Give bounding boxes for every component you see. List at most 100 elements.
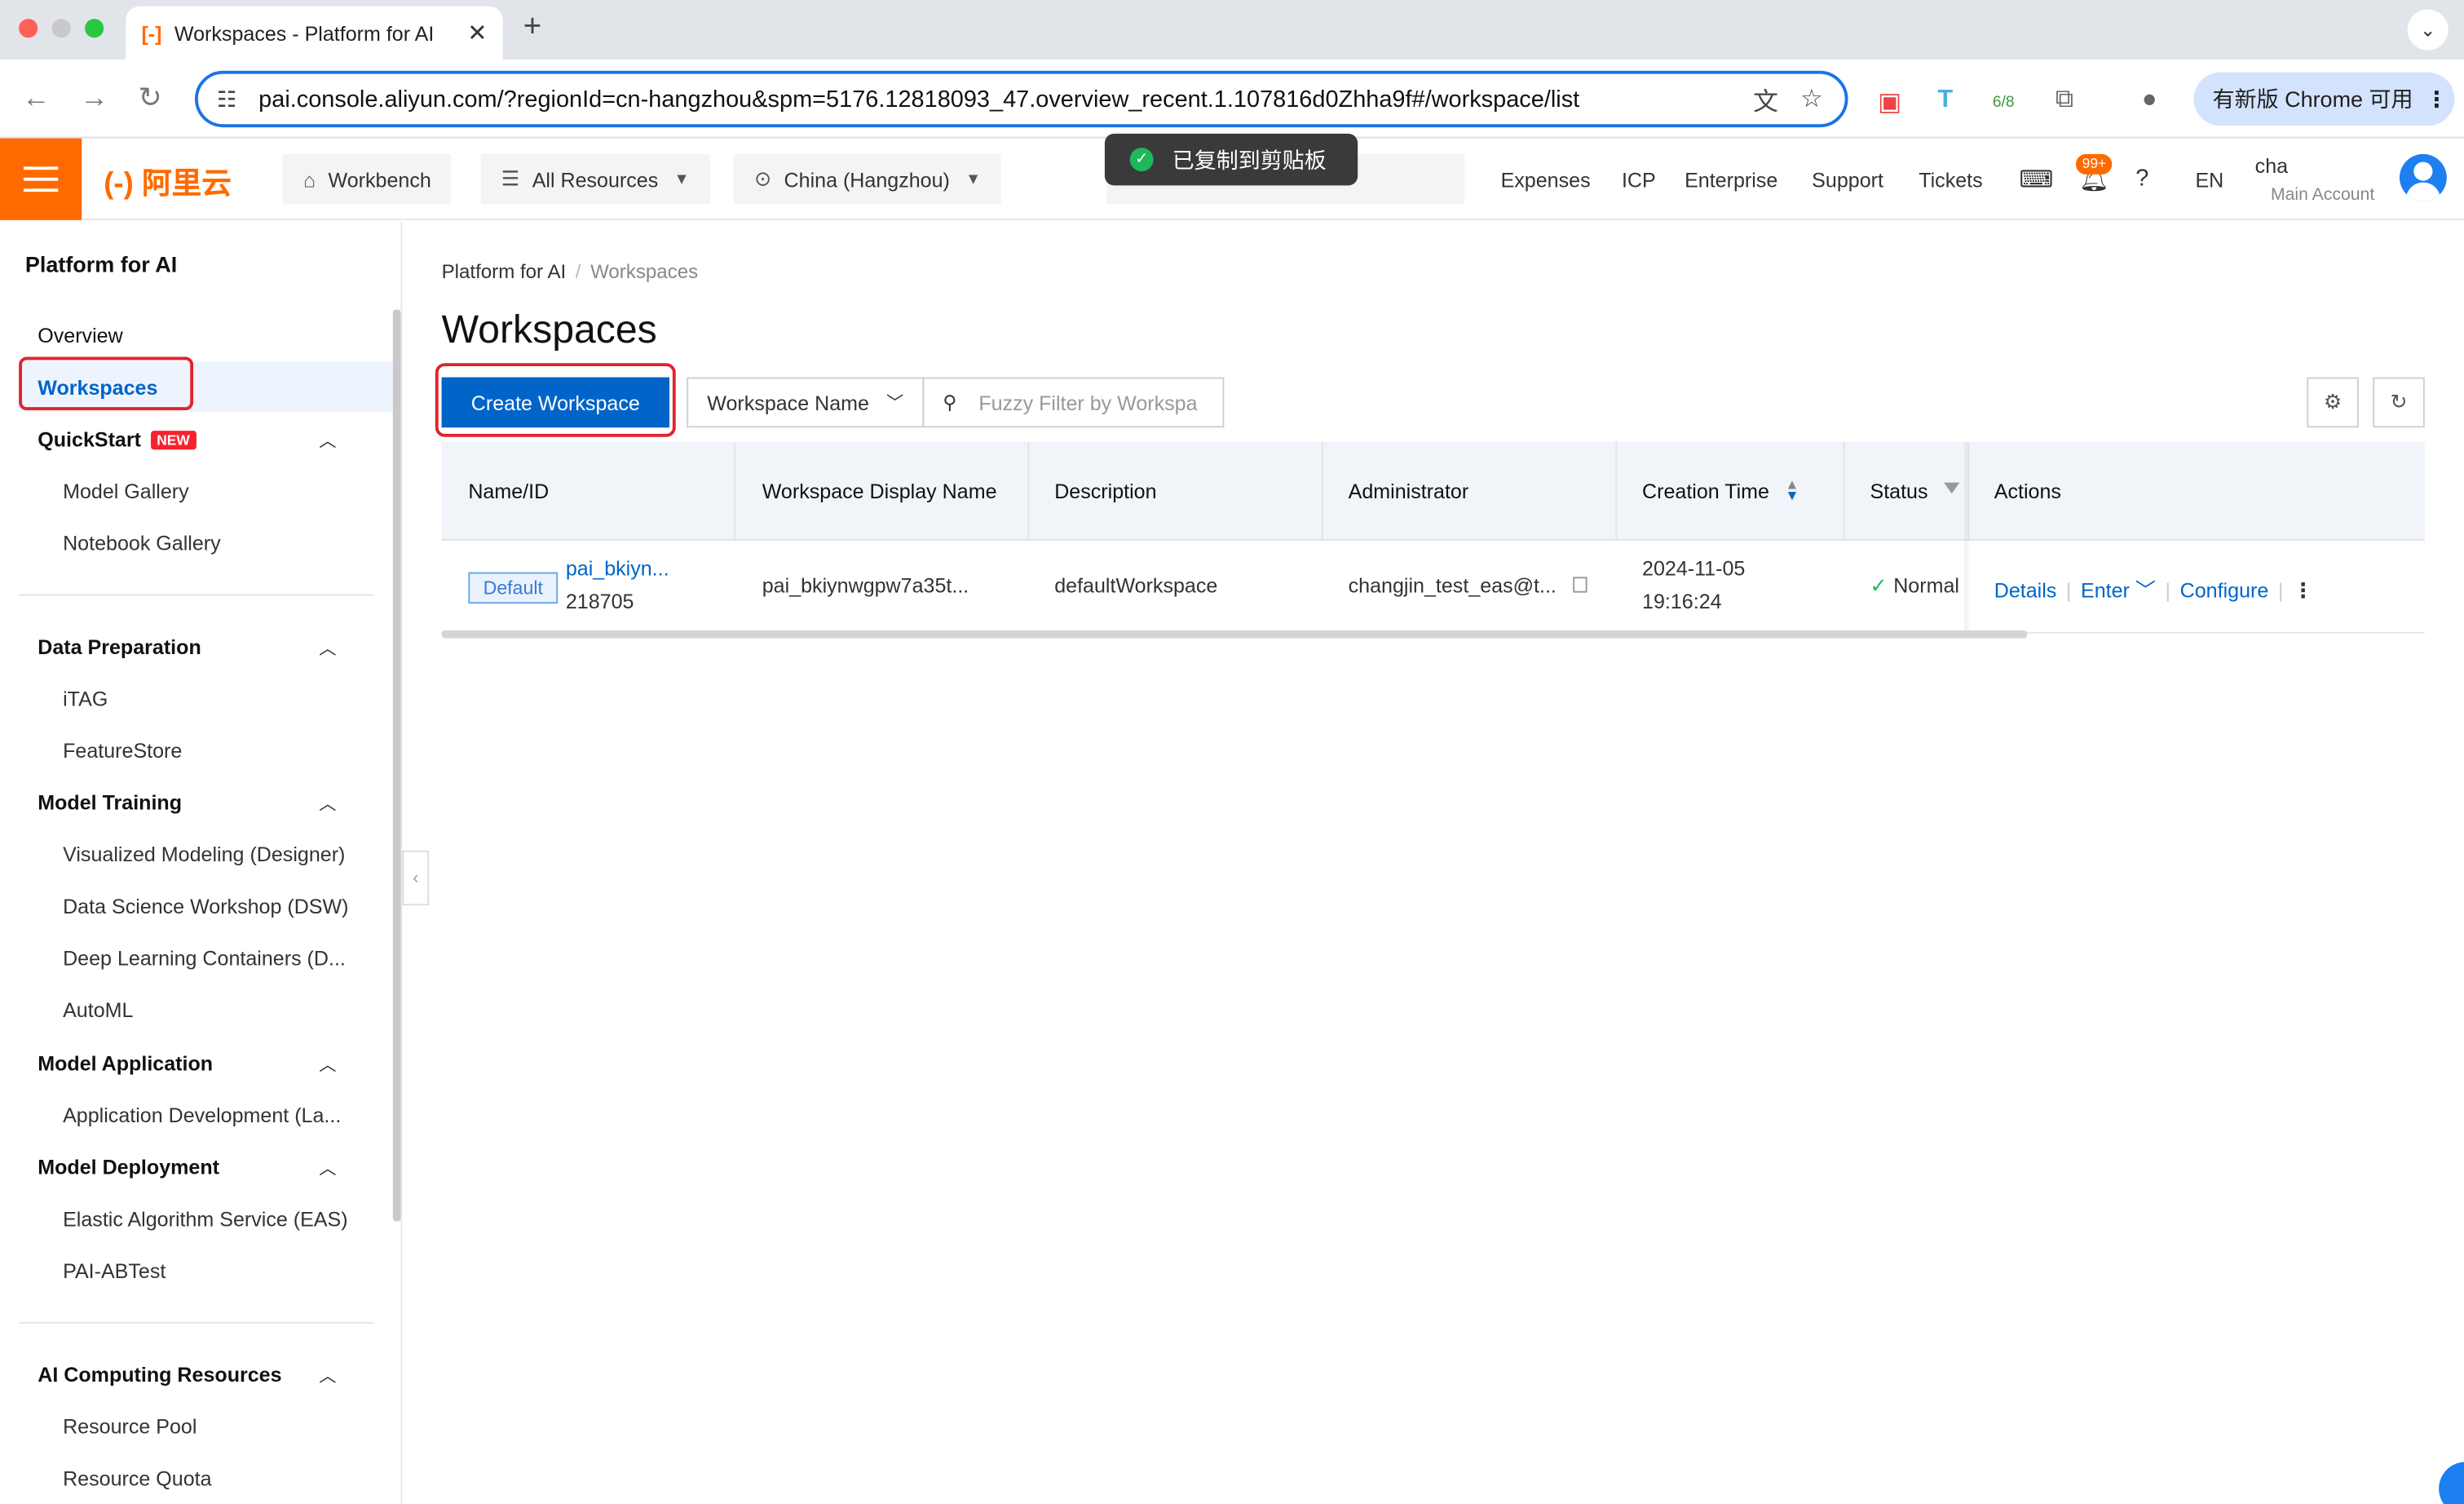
sidebar-item-featurestore[interactable]: FeatureStore (63, 739, 182, 763)
zoom-window-icon[interactable] (85, 19, 104, 38)
sidebar-group-data-preparation[interactable]: Data Preparation (38, 635, 201, 659)
sidebar-item-designer[interactable]: Visualized Modeling (Designer) (63, 843, 345, 866)
more-actions-icon[interactable]: ⋮ (2293, 578, 2313, 602)
chevron-up-icon[interactable]: ︿ (319, 1363, 336, 1388)
sidebar-group-model-deployment[interactable]: Model Deployment (38, 1156, 219, 1179)
search-icon: ⚲ (943, 391, 957, 414)
status-filter-icon[interactable] (1944, 482, 1960, 494)
sidebar-item-app-development[interactable]: Application Development (La... (63, 1104, 341, 1127)
enter-dropdown[interactable]: Enter ﹀ (2081, 578, 2156, 602)
create-workspace-button[interactable]: Create Workspace (441, 377, 670, 428)
fixed-column-shadow (1964, 441, 1971, 634)
sidebar-item-resource-quota[interactable]: Resource Quota (63, 1466, 211, 1490)
close-window-icon[interactable] (19, 19, 38, 38)
sidebar-item-notebook-gallery[interactable]: Notebook Gallery (63, 531, 221, 555)
col-creation-time[interactable]: Creation Time (1642, 480, 1769, 503)
copy-icon[interactable] (1573, 577, 1587, 593)
header-link-tickets[interactable]: Tickets (1919, 168, 1982, 192)
sidebar-item-abtest[interactable]: PAI-ABTest (63, 1259, 166, 1283)
tab-search-chevron-icon[interactable]: ⌄ (2407, 9, 2449, 51)
page-title: Workspaces (441, 307, 657, 352)
chevron-up-icon[interactable]: ︿ (319, 635, 336, 661)
back-arrow-icon[interactable]: ← (22, 82, 51, 114)
filter-field-select[interactable]: Workspace Name ﹀ (687, 377, 925, 428)
chevron-up-icon[interactable]: ︿ (319, 427, 336, 453)
table-header: Name/ID Workspace Display Name Descripti… (441, 441, 2425, 541)
terminal-icon[interactable]: ⌨ (2020, 165, 2054, 193)
notification-badge: 99+ (2075, 153, 2113, 175)
minimize-window-icon[interactable] (51, 19, 71, 38)
chrome-update-button[interactable]: 有新版 Chrome 可用 ⋮ (2193, 72, 2455, 126)
aliyun-logo[interactable]: (-) 阿里云 (104, 161, 232, 203)
account-name[interactable]: cha (2255, 154, 2288, 178)
workspace-description: defaultWorkspace (1054, 573, 1218, 598)
avatar[interactable] (2399, 153, 2447, 201)
sidebar-item-automl[interactable]: AutoML (63, 998, 133, 1022)
translate-icon[interactable]: 文 (1753, 80, 1778, 117)
site-settings-icon[interactable]: ☷ (217, 86, 236, 113)
help-icon[interactable]: ? (2135, 165, 2148, 192)
sidebar-group-ai-computing-resources[interactable]: AI Computing Resources (38, 1363, 281, 1387)
new-tab-button[interactable]: + (523, 10, 542, 46)
address-bar[interactable]: ☷ pai.console.aliyun.com/?regionId=cn-ha… (194, 70, 1848, 128)
forward-arrow-icon[interactable]: → (80, 82, 108, 114)
breadcrumb-link-pai[interactable]: Platform for AI (442, 261, 567, 283)
sidebar-divider (19, 1321, 374, 1324)
chevron-up-icon[interactable]: ︿ (319, 1051, 336, 1077)
profile-icon[interactable]: ● (2142, 86, 2157, 115)
header-link-enterprise[interactable]: Enterprise (1685, 168, 1777, 192)
browser-tab[interactable]: [-] Workspaces - Platform for AI ✕ (126, 6, 503, 60)
sidebar-group-quickstart[interactable]: QuickStart NEW (38, 427, 197, 451)
creation-time: 19:16:24 (1642, 589, 1722, 613)
col-display-name: Workspace Display Name (762, 479, 997, 503)
check-icon: ✓ (1870, 573, 1888, 598)
sidebar-item-eas[interactable]: Elastic Algorithm Service (EAS) (63, 1207, 348, 1231)
sidebar-item-itag[interactable]: iTAG (63, 687, 108, 710)
details-link[interactable]: Details (1994, 578, 2057, 602)
header-link-support[interactable]: Support (1812, 168, 1883, 192)
header-link-icp[interactable]: ICP (1622, 168, 1656, 192)
tab-title: Workspaces - Platform for AI (174, 21, 435, 45)
menu-hamburger-icon[interactable] (0, 138, 82, 220)
bookmark-star-icon[interactable]: ☆ (1800, 83, 1823, 115)
sidebar-scrollbar[interactable] (392, 309, 401, 1222)
sidebar-item-overview[interactable]: Overview (38, 324, 122, 347)
sidebar-group-model-training[interactable]: Model Training (38, 790, 182, 814)
sidebar-item-resource-pool[interactable]: Resource Pool (63, 1415, 197, 1439)
tab-close-icon[interactable]: ✕ (467, 19, 487, 47)
configure-link[interactable]: Configure (2180, 578, 2269, 602)
collapse-sidebar-chevron-icon[interactable]: ‹ (402, 850, 430, 906)
workbench-button[interactable]: ⌂ Workbench (282, 153, 452, 205)
chrome-menu-icon[interactable]: ⋮ (2426, 86, 2448, 113)
enter-label: Enter (2081, 578, 2130, 603)
sidebar-item-dlc[interactable]: Deep Learning Containers (D... (63, 946, 346, 970)
extension-counter-badge[interactable]: 6/8 (1993, 95, 2015, 112)
sidebar-group-model-application[interactable]: Model Application (38, 1051, 213, 1075)
chevron-up-icon[interactable]: ︿ (319, 1156, 336, 1181)
table-horizontal-scrollbar[interactable] (441, 630, 2028, 639)
extension-t-icon[interactable]: T (1937, 86, 1953, 115)
reload-icon[interactable]: ↻ (139, 82, 162, 114)
extensions-puzzle-icon[interactable]: ⧉ (2056, 86, 2073, 115)
breadcrumb-current: Workspaces (590, 260, 699, 283)
filter-search-input[interactable]: ⚲ Fuzzy Filter by Workspa (922, 377, 1225, 428)
refresh-icon[interactable]: ↻ (2373, 377, 2425, 428)
extension-fe-icon[interactable]: ▣ (1878, 86, 1901, 118)
chrome-update-label: 有新版 Chrome 可用 (2212, 86, 2413, 112)
sidebar-item-model-gallery[interactable]: Model Gallery (63, 480, 189, 503)
col-name-id: Name/ID (468, 479, 550, 503)
workspace-administrator: changjin_test_eas@t... (1348, 573, 1557, 598)
floating-assistant-button[interactable] (2439, 1462, 2464, 1504)
sidebar: Platform for AI Overview Workspaces Quic… (0, 221, 403, 1504)
language-switch[interactable]: EN (2195, 168, 2223, 192)
sidebar-divider (19, 594, 374, 596)
region-dropdown[interactable]: ⊙ China (Hangzhou) ▼ (734, 153, 1002, 205)
sort-icon[interactable]: ▲ ▼ (1785, 477, 1799, 502)
all-resources-dropdown[interactable]: ☰ All Resources ▼ (480, 153, 710, 205)
workspace-name-link[interactable]: pai_bkiyn... (566, 556, 669, 580)
settings-gear-icon[interactable]: ⚙ (2307, 377, 2359, 428)
workspace-display-name: pai_bkiynwgpw7a35t... (762, 573, 969, 598)
chevron-up-icon[interactable]: ︿ (319, 790, 336, 816)
header-link-expenses[interactable]: Expenses (1501, 168, 1591, 192)
sidebar-item-dsw[interactable]: Data Science Workshop (DSW) (63, 895, 348, 918)
